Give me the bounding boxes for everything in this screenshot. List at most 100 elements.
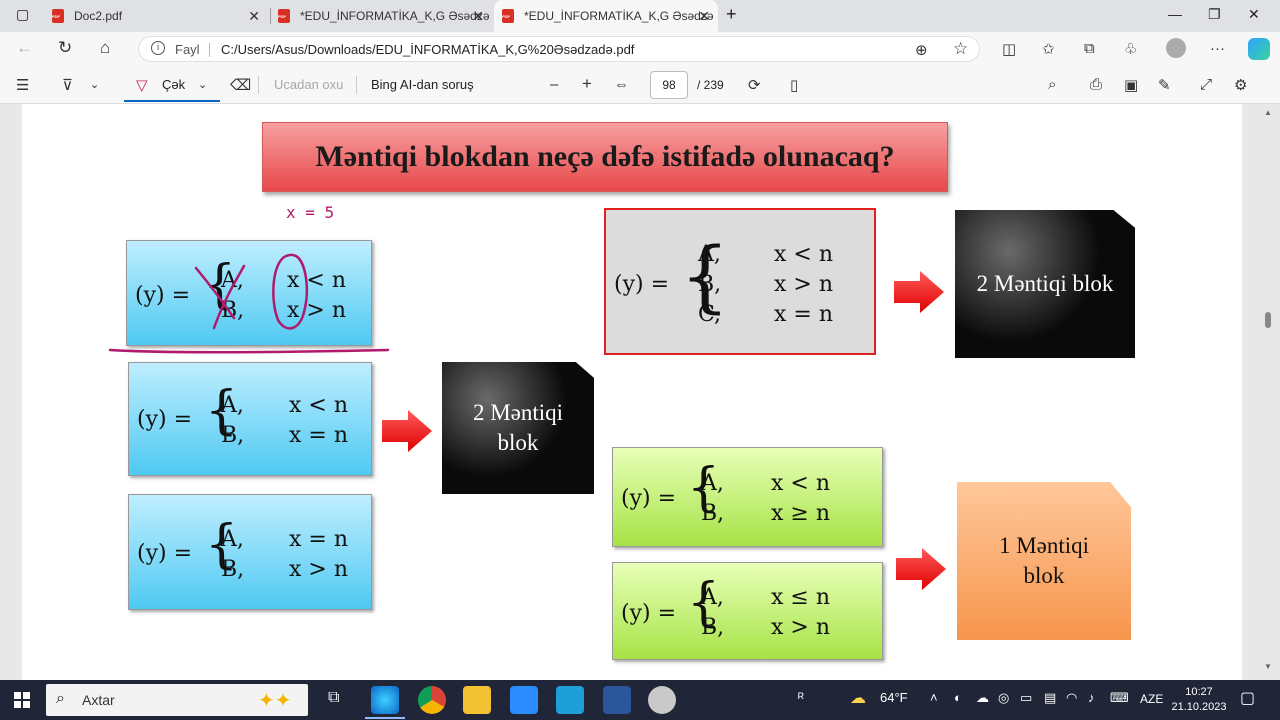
url-box[interactable]: i Fayl C:/Users/Asus/Downloads/EDU_İNFOR… [138, 36, 980, 62]
equation-value: B, [698, 272, 722, 297]
windows-start-icon[interactable] [14, 692, 30, 708]
split-screen-icon[interactable]: ◫ [1002, 40, 1016, 58]
search-icon[interactable]: ⌕ [1048, 76, 1056, 93]
notification-icon[interactable]: ▢ [1240, 688, 1255, 708]
equation-box-green-2: (y) = { A, B, x ≤ n x > n [612, 562, 883, 660]
zoom-out-button[interactable]: – [550, 76, 558, 93]
fit-page-icon[interactable]: ⇔ [614, 76, 629, 93]
result-text-line1: 1 Məntiqi [998, 533, 1090, 558]
print-icon[interactable]: ⎙ [1090, 76, 1102, 93]
page-number-input[interactable]: 98 [650, 71, 688, 99]
clock[interactable]: 10:27 21.10.2023 [1168, 685, 1230, 715]
copilot-icon[interactable] [1248, 38, 1270, 60]
taskbar-search[interactable]: ⌕ Axtar ✦✦ [46, 684, 308, 716]
profile-avatar[interactable] [1166, 38, 1186, 58]
ask-bing-button[interactable]: Bing AI-dan soruş [371, 77, 474, 92]
search-highlight-icon: ✦✦ [258, 690, 292, 712]
save-icon[interactable]: ▣ [1124, 76, 1138, 94]
equation-lhs: (y) = [614, 272, 670, 297]
chrome-app-icon[interactable] [418, 686, 446, 714]
close-icon[interactable]: ✕ [248, 8, 260, 25]
weather-icon[interactable]: ☁ [850, 688, 866, 708]
zoom-in-button[interactable]: + [582, 74, 592, 94]
more-menu-icon[interactable]: ··· [1210, 40, 1225, 57]
result-text-line2: blok [497, 430, 539, 455]
extensions-icon[interactable]: ♧ [1124, 40, 1137, 58]
back-icon[interactable]: ← [16, 38, 33, 58]
highlight-icon[interactable]: ⊽ [62, 76, 73, 94]
chevron-up-icon[interactable]: ˄ [930, 690, 938, 705]
equation-lhs: (y) = [135, 283, 191, 308]
fullscreen-icon[interactable]: ⤢ [1200, 76, 1212, 93]
vertical-scrollbar[interactable]: ▲ ▼ [1262, 104, 1274, 680]
language-indicator[interactable]: AZE [1140, 692, 1163, 706]
new-tab-button[interactable]: + [726, 4, 737, 25]
zoom-app-icon[interactable] [510, 686, 538, 714]
equation-condition: x = n [289, 423, 348, 448]
app-icon[interactable] [648, 686, 676, 714]
collections-icon[interactable]: ⧉ [1084, 40, 1095, 57]
equation-value: B, [701, 501, 725, 526]
volume-icon[interactable]: ♪ [1088, 690, 1095, 705]
equation-condition: x < n [289, 393, 348, 418]
url-text[interactable]: C:/Users/Asus/Downloads/EDU_İNFORMATİKA_… [221, 42, 634, 57]
tab-doc2[interactable]: Doc2.pdf ✕ [52, 0, 268, 32]
toolbar-divider [258, 76, 259, 94]
info-icon[interactable]: i [151, 41, 165, 55]
scrollbar-thumb[interactable] [1265, 312, 1271, 328]
battery-icon[interactable]: ▭ [1020, 690, 1032, 706]
draw-label[interactable]: Çək [162, 77, 185, 92]
tab-edu-active[interactable]: *EDU_İNFORMATİKA_K,G Əsədzə ✕ [494, 0, 718, 32]
rotate-icon[interactable]: ⟳ [748, 76, 761, 94]
tab-label: Doc2.pdf [74, 9, 123, 23]
chevron-down-icon[interactable]: ⌄ [90, 78, 99, 91]
close-icon[interactable]: ✕ [472, 8, 484, 25]
chevron-down-icon[interactable]: ⌄ [198, 78, 207, 91]
minimize-icon[interactable]: — [1168, 6, 1182, 22]
scroll-down-icon[interactable]: ▼ [1264, 662, 1272, 671]
word-app-icon[interactable] [603, 686, 631, 714]
window-close-icon[interactable]: ✕ [1248, 6, 1260, 23]
file-explorer-icon[interactable] [463, 686, 491, 714]
task-view-icon[interactable]: ⧉ [328, 689, 339, 707]
equation-condition: x = n [289, 527, 348, 552]
wifi-icon[interactable]: ◠ [1066, 690, 1077, 706]
keyboard-icon[interactable]: ⌨ [1110, 690, 1129, 706]
equation-value: A, [221, 527, 244, 552]
favorites-icon[interactable]: ✩ [1042, 40, 1055, 58]
zoom-icon[interactable]: ⊕ [915, 41, 928, 59]
equation-condition: x < n [774, 242, 833, 267]
equation-condition: x > n [287, 298, 346, 323]
equation-condition: x ≥ n [771, 501, 830, 526]
onedrive-icon[interactable]: ☁ [976, 690, 989, 706]
eraser-icon[interactable]: ⌫ [230, 76, 251, 94]
equation-box-green-1: (y) = { A, B, x < n x ≥ n [612, 447, 883, 547]
scroll-up-icon[interactable]: ▲ [1264, 108, 1272, 117]
tab-edu-1[interactable]: *EDU_İNFORMATİKA_K,G Əsədzə ✕ [278, 0, 492, 32]
close-icon[interactable]: ✕ [698, 8, 710, 25]
page-view-icon[interactable]: ▯ [790, 76, 798, 94]
equation-box-blue-2: (y) = { A, B, x < n x = n [128, 362, 372, 476]
contents-list-icon[interactable]: ☰ [16, 76, 29, 94]
read-aloud-button[interactable]: Ucadan oxu [274, 77, 343, 92]
equation-lhs: (y) = [621, 601, 677, 626]
people-icon[interactable]: ᴿ [798, 690, 804, 705]
url-scheme-label: Fayl [175, 42, 200, 57]
equation-box-blue-1: (y) = { A, B, x < n x > n [126, 240, 372, 346]
settings-gear-icon[interactable]: ⚙ [1234, 76, 1247, 94]
favorite-star-icon[interactable]: ☆ [953, 39, 968, 59]
tray-icon[interactable]: ◐ [954, 690, 962, 705]
save-as-icon[interactable]: ✎ [1158, 76, 1171, 94]
refresh-icon[interactable]: ↻ [58, 38, 72, 58]
tray-icon[interactable]: ◎ [998, 690, 1009, 706]
pen-icon[interactable]: ▽ [136, 76, 148, 94]
home-icon[interactable]: ⌂ [100, 38, 110, 58]
taskbar: ⌕ Axtar ✦✦ ⧉ ᴿ ☁ 64°F ˄ ◐ ☁ ◎ ▭ ▤ ◠ ♪ ⌨ … [0, 680, 1280, 720]
restore-icon[interactable]: ❐ [1208, 6, 1221, 23]
tab-actions-icon[interactable]: ▢ [16, 6, 29, 23]
clock-time: 10:27 [1185, 686, 1213, 698]
weather-temperature[interactable]: 64°F [880, 690, 908, 705]
tray-icon[interactable]: ▤ [1044, 690, 1056, 706]
edge-app-icon[interactable] [365, 686, 405, 719]
photos-app-icon[interactable] [556, 686, 584, 714]
